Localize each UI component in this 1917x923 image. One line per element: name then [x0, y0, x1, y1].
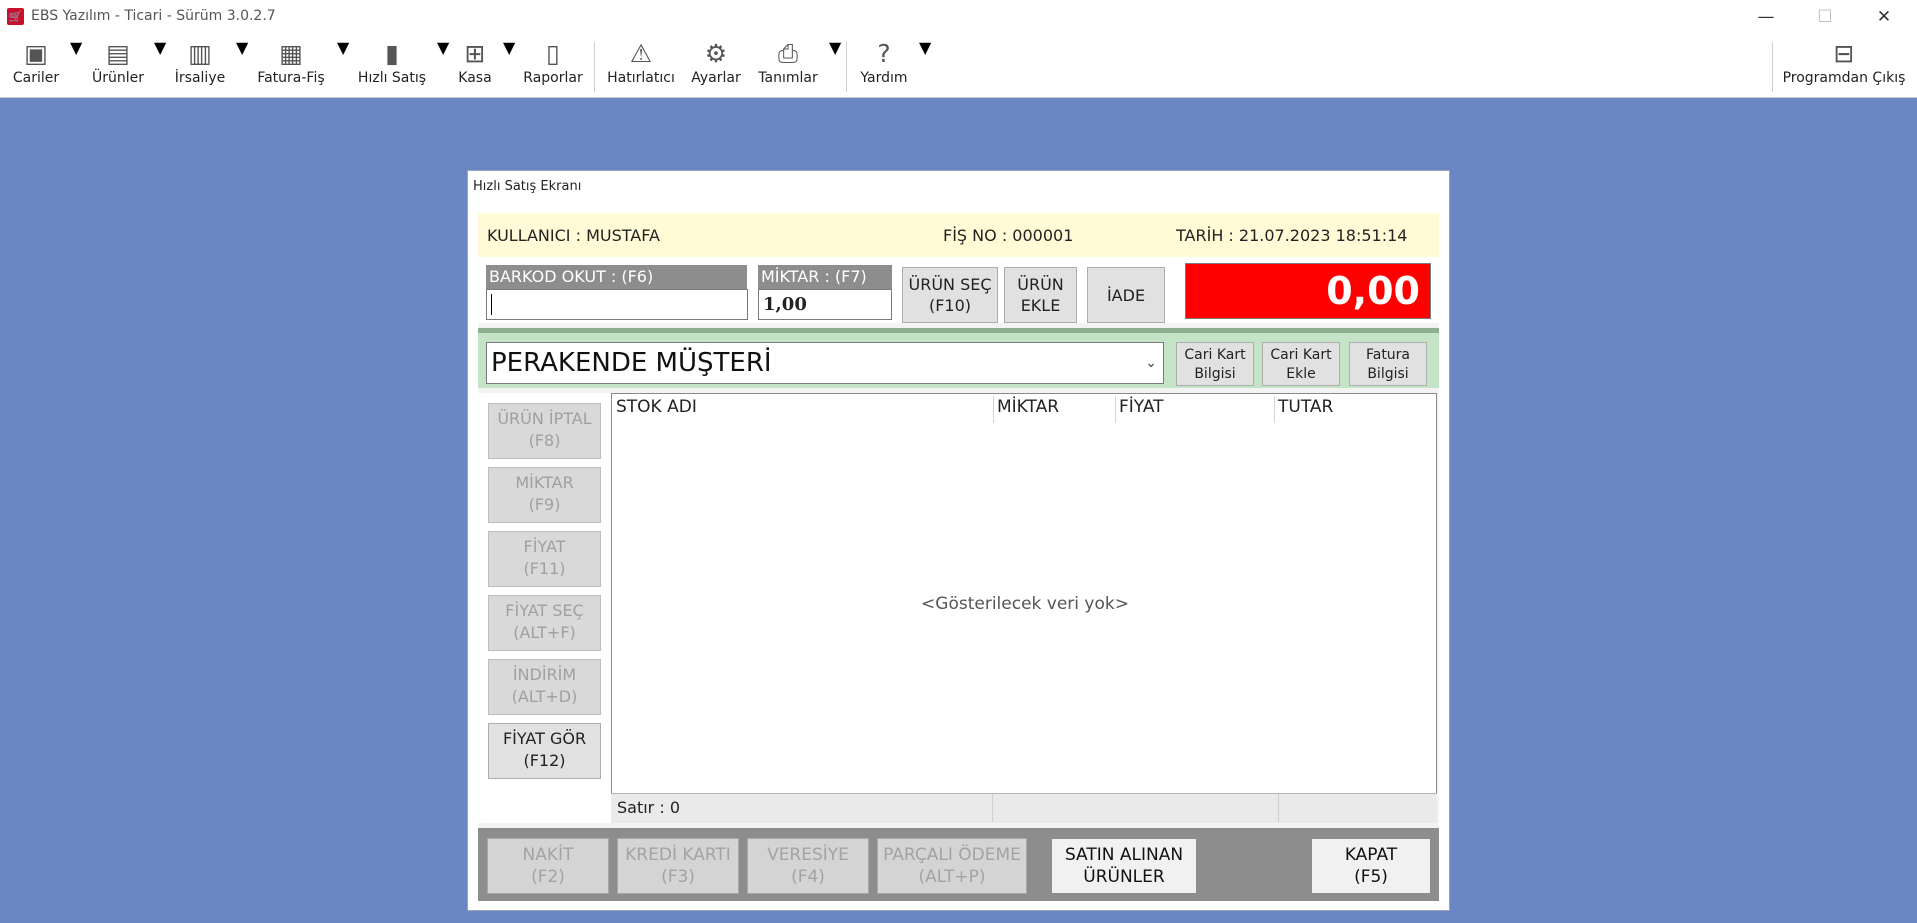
maximize-icon[interactable]: ☐ [1802, 0, 1848, 34]
toolbar-kasa-button[interactable]: ⊞ Kasa [455, 38, 495, 94]
tanimlar-dropdown-icon[interactable]: ▼ [829, 38, 841, 94]
toolbar-separator [846, 42, 847, 92]
footer-cell [993, 794, 1279, 822]
purchased-products-button[interactable]: SATIN ALINAN ÜRÜNLER [1051, 838, 1197, 894]
row-count: Satır : 0 [611, 794, 993, 822]
select-price-button[interactable]: FİYAT SEÇ (ALT+F) [488, 595, 601, 651]
invoice-info-button[interactable]: Fatura Bilgisi [1349, 342, 1427, 386]
window-title: EBS Yazılım - Ticari - Sürüm 3.0.2.7 [31, 8, 276, 24]
hizli-satis-dropdown-icon[interactable]: ▼ [437, 38, 449, 94]
toolbar-urunler-button[interactable]: ▤ Ürünler [90, 38, 146, 94]
cart-app-icon: 🛒 [7, 8, 24, 25]
account-info-button[interactable]: Cari Kart Bilgisi [1176, 342, 1254, 386]
help-icon: ? [877, 39, 891, 68]
credit-card-button[interactable]: KREDİ KARTI (F3) [617, 838, 739, 894]
toolbar-raporlar-button[interactable]: ▯ Raporlar [521, 38, 585, 94]
toolbar-yardim-button[interactable]: ? Yardım [857, 38, 911, 94]
column-header-quantity[interactable]: MİKTAR [997, 397, 1059, 417]
toolbar-irsaliye-button[interactable]: ▥ İrsaliye [174, 38, 226, 94]
warning-icon: ⚠ [629, 39, 653, 68]
close-sale-button[interactable]: KAPAT (F5) [1311, 838, 1431, 894]
column-divider [993, 396, 994, 423]
document-icon: ▥ [188, 39, 212, 68]
add-product-button[interactable]: ÜRÜN EKLE [1004, 267, 1077, 323]
customer-bar: PERAKENDE MÜŞTERİ ⌄ Cari Kart Bilgisi Ca… [478, 328, 1439, 388]
account-add-button[interactable]: Cari Kart Ekle [1262, 342, 1340, 386]
empty-grid-message: <Gösterilecek veri yok> [921, 594, 1129, 614]
quantity-button[interactable]: MİKTAR (F9) [488, 467, 601, 523]
column-divider [1115, 396, 1116, 423]
column-header-total[interactable]: TUTAR [1278, 397, 1333, 417]
column-divider [1274, 396, 1275, 423]
cancel-item-button[interactable]: ÜRÜN İPTAL (F8) [488, 403, 601, 459]
toolbar-separator [594, 42, 595, 92]
boxes-icon: ▤ [106, 39, 130, 68]
toolbar-hizli-satis-button[interactable]: ▮ Hızlı Satış [357, 38, 427, 94]
action-column: ÜRÜN İPTAL (F8) MİKTAR (F9) FİYAT (F11) … [478, 393, 611, 823]
safe-icon: ▣ [24, 39, 48, 68]
toolbar-fatura-fis-button[interactable]: ▦ Fatura-Fiş [256, 38, 326, 94]
toolbar-separator [1772, 42, 1773, 92]
cash-button[interactable]: NAKİT (F2) [487, 838, 609, 894]
invoice-icon: ▦ [279, 39, 303, 68]
split-payment-button[interactable]: PARÇALI ÖDEME (ALT+P) [877, 838, 1027, 894]
main-toolbar: ▣ Cariler ▼ ▤ Ürünler ▼ ▥ İrsaliye ▼ ▦ F… [0, 34, 1917, 98]
urunler-dropdown-icon[interactable]: ▼ [154, 38, 166, 94]
cash-register-icon: ⊞ [464, 39, 486, 68]
price-button[interactable]: FİYAT (F11) [488, 531, 601, 587]
barcode-input[interactable] [486, 289, 748, 320]
dialog-panel: KULLANICI : MUSTAFA FİŞ NO : 000001 TARİ… [478, 213, 1439, 901]
exit-door-icon: ⊟ [1833, 39, 1855, 68]
toolbar-hatirlatici-button[interactable]: ⚠ Hatırlatıcı [605, 38, 677, 94]
quantity-label: MİKTAR : (F7) [758, 265, 892, 289]
select-product-button[interactable]: ÜRÜN SEÇ (F10) [902, 267, 998, 323]
return-button[interactable]: İADE [1087, 267, 1165, 323]
column-header-price[interactable]: FİYAT [1119, 397, 1164, 417]
view-price-button[interactable]: FİYAT GÖR (F12) [488, 723, 601, 779]
discount-button[interactable]: İNDİRİM (ALT+D) [488, 659, 601, 715]
kasa-dropdown-icon[interactable]: ▼ [503, 38, 515, 94]
close-icon[interactable]: ✕ [1861, 0, 1907, 34]
toolbar-cariler-button[interactable]: ▣ Cariler [10, 38, 62, 94]
printer-icon: ⎙ [777, 39, 798, 68]
credit-sale-button[interactable]: VERESİYE (F4) [747, 838, 869, 894]
date-info: TARİH : 21.07.2023 18:51:14 [1176, 226, 1408, 245]
toolbar-tanimlar-button[interactable]: ⎙ Tanımlar [756, 38, 820, 94]
joystick-icon: ⚙ [704, 39, 728, 68]
grid-footer: Satır : 0 [611, 793, 1437, 823]
column-header-stock-name[interactable]: STOK ADI [616, 397, 697, 417]
quick-sale-dialog: Hızlı Satış Ekranı KULLANICI : MUSTAFA F… [467, 170, 1450, 911]
barcode-icon: ▮ [385, 39, 399, 68]
toolbar-exit-button[interactable]: ⊟ Programdan Çıkış [1780, 38, 1908, 94]
total-amount: 0,00 [1185, 263, 1431, 319]
book-icon: ▯ [546, 39, 560, 68]
toolbar-ayarlar-button[interactable]: ⚙ Ayarlar [689, 38, 743, 94]
info-bar: KULLANICI : MUSTAFA FİŞ NO : 000001 TARİ… [478, 213, 1439, 257]
user-info: KULLANICI : MUSTAFA [487, 226, 660, 245]
payment-bar: NAKİT (F2) KREDİ KARTI (F3) VERESİYE (F4… [478, 828, 1439, 901]
cariler-dropdown-icon[interactable]: ▼ [70, 38, 82, 94]
quantity-input[interactable]: 1,00 [758, 289, 892, 320]
minimize-icon[interactable]: — [1743, 0, 1789, 34]
irsaliye-dropdown-icon[interactable]: ▼ [236, 38, 248, 94]
fatura-fis-dropdown-icon[interactable]: ▼ [337, 38, 349, 94]
dialog-title: Hızlı Satış Ekranı [473, 179, 582, 194]
receipt-info: FİŞ NO : 000001 [943, 226, 1074, 245]
window-titlebar: 🛒 EBS Yazılım - Ticari - Sürüm 3.0.2.7 —… [0, 0, 1917, 34]
sales-grid[interactable]: STOK ADI MİKTAR FİYAT TUTAR <Gösterilece… [611, 393, 1437, 823]
chevron-down-icon: ⌄ [1145, 355, 1157, 371]
barcode-label: BARKOD OKUT : (F6) [486, 265, 747, 289]
customer-select[interactable]: PERAKENDE MÜŞTERİ ⌄ [486, 342, 1164, 384]
yardim-dropdown-icon[interactable]: ▼ [919, 38, 931, 94]
footer-cell [1279, 794, 1435, 822]
